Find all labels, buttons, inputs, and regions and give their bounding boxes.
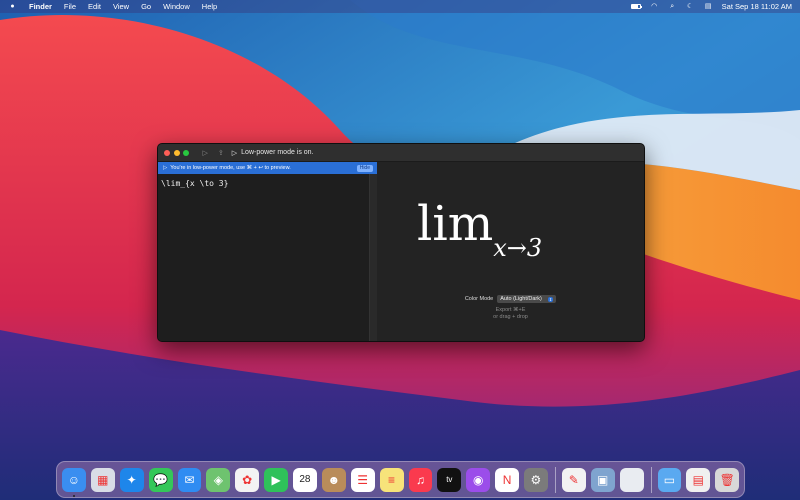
apple-menu-icon[interactable]: ●: [8, 3, 17, 10]
notes-glyph: ≡: [388, 472, 396, 487]
tv-icon[interactable]: tv: [437, 467, 462, 492]
color-mode-value: Auto (Light/Dark): [500, 296, 542, 302]
news-icon[interactable]: N: [495, 467, 519, 492]
contacts-icon[interactable]: ☻: [321, 467, 346, 492]
photos-icon[interactable]: ✿: [235, 467, 260, 492]
facetime-icon[interactable]: ▶: [264, 467, 288, 492]
messages-icon[interactable]: 💬: [148, 467, 173, 492]
drag-drop-text: or drag + drop: [493, 314, 528, 320]
textedit-glyph: ✎: [568, 472, 579, 487]
latex-editor-pane: ▷ You're in low-power mode, use ⌘ + ↩ to…: [158, 162, 377, 341]
moon-icon[interactable]: ☾: [686, 3, 695, 10]
reminders-glyph: ☰: [357, 472, 369, 487]
mail-glyph: ✉: [184, 472, 195, 487]
system-preferences-glyph: ⚙: [530, 472, 542, 487]
editor-scrollbar[interactable]: [369, 174, 377, 341]
title-bar: ▷ ⇪ ▷ Low-power mode is on.: [158, 144, 644, 162]
news-glyph: N: [502, 472, 512, 487]
downloads-folder-icon[interactable]: ▭: [657, 467, 682, 492]
menu-bar: ● Finder File Edit View Go Window Help ◠…: [0, 0, 800, 13]
menu-file[interactable]: File: [64, 2, 76, 11]
documents-stack-icon[interactable]: ▤: [686, 467, 711, 492]
share-icon[interactable]: ⇪: [218, 149, 224, 157]
safari-glyph: ✦: [126, 472, 137, 487]
export-hint: Export ⌘+E or drag + drop: [377, 307, 644, 321]
color-mode-select[interactable]: Auto (Light/Dark) ⇕: [497, 295, 557, 303]
banner-play-icon: ▷: [163, 165, 168, 171]
status-message: ▷ Low-power mode is on.: [232, 149, 314, 157]
dock-separator: [650, 466, 652, 493]
dock-separator: [554, 466, 556, 493]
calendar-glyph: 28: [299, 474, 311, 485]
latex-input[interactable]: \lim_{x \to 3}: [158, 174, 377, 188]
maps-icon[interactable]: ◈: [206, 467, 231, 492]
lowpower-play-icon: ▷: [231, 149, 238, 157]
podcasts-glyph: ◉: [472, 472, 484, 487]
menu-go[interactable]: Go: [141, 2, 151, 11]
app-window: ▷ ⇪ ▷ Low-power mode is on. ▷ You're in …: [157, 143, 645, 342]
zoom-window-button[interactable]: [183, 149, 189, 156]
photos-glyph: ✿: [242, 472, 253, 487]
control-center-icon[interactable]: ▤: [704, 3, 713, 10]
battery-icon[interactable]: [630, 4, 642, 9]
downloads-folder-glyph: ▭: [663, 472, 676, 487]
textedit-icon[interactable]: ✎: [561, 467, 586, 492]
mail-icon[interactable]: ✉: [177, 467, 202, 492]
low-power-banner: ▷ You're in low-power mode, use ⌘ + ↩ to…: [158, 162, 377, 174]
preview-glyph: ▣: [597, 472, 609, 487]
dock: ☺ ▦ ✦ 💬 ✉ ◈ ✿ ▶ 28 ☻ ☰ ≡ ♫ tv ◉ N ⚙ ✎ ▣ ▭ ▤ 🗑: [56, 461, 745, 498]
menu-help[interactable]: Help: [202, 2, 217, 11]
menu-clock[interactable]: Sat Sep 18 11:02 AM: [722, 2, 792, 11]
menu-edit[interactable]: Edit: [88, 2, 101, 11]
menu-app-name[interactable]: Finder: [29, 2, 52, 11]
running-indicator: [73, 494, 75, 497]
formula-subscript: x→3: [493, 234, 543, 262]
menu-window[interactable]: Window: [163, 2, 190, 11]
banner-text: You're in low-power mode, use ⌘ + ↩ to p…: [170, 165, 291, 171]
menu-view[interactable]: View: [113, 2, 129, 11]
blank-app-icon[interactable]: [619, 467, 644, 492]
trash-icon[interactable]: 🗑: [715, 467, 740, 492]
maps-glyph: ◈: [213, 472, 223, 487]
notes-icon[interactable]: ≡: [379, 467, 404, 492]
launchpad-glyph: ▦: [97, 472, 109, 487]
hide-banner-button[interactable]: Hide: [356, 164, 373, 172]
export-shortcut-text: Export ⌘+E: [495, 307, 526, 313]
tv-glyph: tv: [446, 475, 453, 484]
calendar-icon[interactable]: 28: [293, 467, 317, 492]
color-mode-row: Color Mode Auto (Light/Dark) ⇕: [377, 295, 644, 303]
finder-icon[interactable]: ☺: [62, 467, 86, 497]
play-icon[interactable]: ▷: [203, 149, 208, 157]
formula-main: lim: [417, 196, 494, 252]
podcasts-icon[interactable]: ◉: [466, 467, 491, 492]
reminders-icon[interactable]: ☰: [350, 467, 375, 492]
rendered-formula[interactable]: limx→3: [417, 200, 542, 262]
search-icon[interactable]: ⌕: [668, 3, 677, 10]
chevron-updown-icon: ⇕: [547, 296, 554, 302]
math-preview-pane: limx→3 Color Mode Auto (Light/Dark) ⇕ Ex…: [377, 162, 644, 341]
status-text: Low-power mode is on.: [241, 149, 314, 156]
preview-icon[interactable]: ▣: [590, 467, 615, 492]
music-icon[interactable]: ♫: [408, 467, 433, 492]
trash-glyph: 🗑: [719, 472, 735, 487]
music-glyph: ♫: [415, 472, 425, 487]
close-window-button[interactable]: [164, 149, 170, 156]
system-preferences-icon[interactable]: ⚙: [524, 467, 548, 492]
documents-stack-glyph: ▤: [692, 472, 704, 487]
safari-icon[interactable]: ✦: [119, 467, 144, 492]
launchpad-icon[interactable]: ▦: [90, 467, 115, 492]
color-mode-label: Color Mode: [464, 296, 494, 302]
finder-glyph: ☺: [67, 472, 81, 487]
messages-glyph: 💬: [153, 472, 169, 487]
facetime-glyph: ▶: [271, 472, 281, 487]
contacts-glyph: ☻: [327, 472, 341, 487]
wifi-icon[interactable]: ◠: [650, 3, 659, 10]
minimize-window-button[interactable]: [173, 149, 180, 156]
